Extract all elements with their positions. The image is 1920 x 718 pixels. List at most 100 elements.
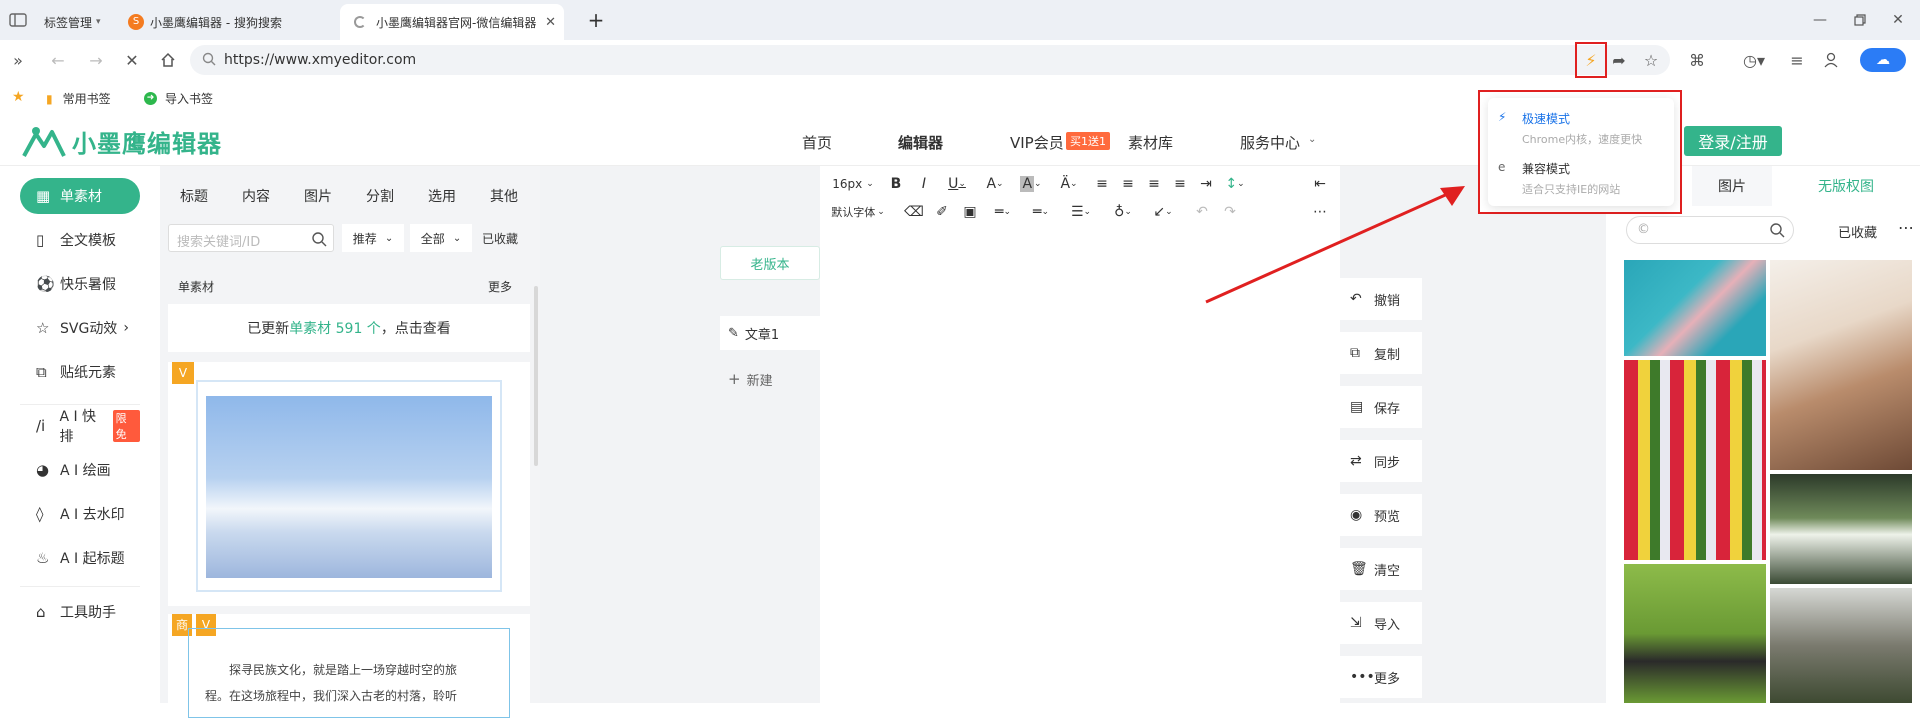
chevron-double-right-icon[interactable]: » xyxy=(8,50,28,70)
new-tab-icon[interactable]: + xyxy=(584,8,608,32)
minimize-icon[interactable]: — xyxy=(1810,10,1830,30)
new-article-button[interactable]: + 新建 xyxy=(720,362,820,396)
tab-sogou-search[interactable]: S 小墨鹰编辑器 - 搜狗搜索 xyxy=(126,4,336,40)
stop-icon[interactable]: ✕ xyxy=(122,50,142,70)
italic-icon[interactable]: I xyxy=(914,174,934,194)
align-center-icon[interactable]: ≡ xyxy=(1118,174,1138,194)
leftnav-single-material[interactable]: ▦ 单素材 xyxy=(20,178,140,214)
align-justify-icon[interactable]: ≡ xyxy=(1170,174,1190,194)
old-version-button[interactable]: 老版本 xyxy=(720,246,820,280)
leftnav-full-template[interactable]: ▯ 全文模板 xyxy=(20,222,140,258)
scrollbar[interactable] xyxy=(534,286,538,466)
import-button[interactable]: ⇲ 导入 xyxy=(1338,602,1422,644)
menu-item-compat-mode[interactable]: e 兼容模式 适合只支持IE的网站 xyxy=(1498,160,1620,197)
nav-home[interactable]: 首页 xyxy=(802,132,832,153)
nav-vip[interactable]: VIP会员 xyxy=(1010,132,1064,153)
leftnav-ai-painting[interactable]: ◕ A I 绘画 xyxy=(20,452,140,488)
bold-icon[interactable]: B xyxy=(886,174,906,194)
login-register-button[interactable]: 登录/注册 xyxy=(1684,126,1782,156)
photo-tulips[interactable] xyxy=(1624,360,1766,560)
leftnav-summer[interactable]: ⚽ 快乐暑假 xyxy=(20,266,140,302)
tab-images[interactable]: 图片 xyxy=(304,186,332,206)
tab-selected[interactable]: 选用 xyxy=(428,186,456,206)
align-left-icon[interactable]: ≡ xyxy=(1092,174,1112,194)
more-button[interactable]: ••• 更多 xyxy=(1338,656,1422,698)
share-icon[interactable]: ➦ xyxy=(1608,50,1630,70)
filter-recommend-dropdown[interactable]: 推荐 ⌄ xyxy=(342,224,404,252)
material-card-text[interactable]: 商 V 探寻民族文化，就是踏上一场穿越时空的旅 程。在这场旅程中，我们深入古老的… xyxy=(168,614,530,718)
back-icon[interactable]: ← xyxy=(48,50,68,70)
menu-icon[interactable]: ≡ xyxy=(1786,50,1808,70)
leftnav-stickers[interactable]: ⧉ 贴纸元素 xyxy=(20,354,140,390)
nav-editor[interactable]: 编辑器 xyxy=(898,132,943,153)
filter-all-dropdown[interactable]: 全部 ⌄ xyxy=(410,224,472,252)
font-color-icon[interactable]: A ⌄ xyxy=(980,174,1010,194)
photo-man-grass[interactable] xyxy=(1624,564,1766,703)
tab-images[interactable]: 图片 xyxy=(1692,166,1772,206)
sidebar-toggle-icon[interactable] xyxy=(8,10,28,30)
preview-button[interactable]: ◉ 预览 xyxy=(1338,494,1422,536)
arrow-icon[interactable]: ↙ ⌄ xyxy=(1148,202,1178,222)
tab-title[interactable]: 标题 xyxy=(180,186,208,206)
extensions-icon[interactable]: ⌘ xyxy=(1686,50,1708,70)
tab-bookmark-manager[interactable]: 标签管理 ▾ xyxy=(44,4,104,40)
article-item[interactable]: ✎ 文章1 xyxy=(720,316,820,350)
font-size-select[interactable]: 16px ⌄ xyxy=(828,174,878,194)
photo-snowdrops[interactable] xyxy=(1770,474,1912,584)
collected-link[interactable]: 已收藏 xyxy=(1838,222,1877,241)
photo-blossom[interactable] xyxy=(1624,260,1766,356)
leftnav-ai-layout[interactable]: /i A I 快排 限免 xyxy=(20,408,140,445)
material-card-image[interactable]: V xyxy=(168,362,530,606)
leftnav-tools[interactable]: ⌂ 工具助手 xyxy=(20,594,140,630)
photo-moss[interactable] xyxy=(1770,588,1912,703)
highlight-color-icon[interactable]: A ⌄ xyxy=(1016,174,1046,194)
leftnav-ai-watermark[interactable]: ◊ A I 去水印 xyxy=(20,496,140,532)
history-icon[interactable]: ◷▾ xyxy=(1740,50,1768,70)
tab-divider[interactable]: 分割 xyxy=(366,186,394,206)
material-search-input[interactable]: 搜索关键词/ID xyxy=(168,224,334,252)
user-icon[interactable] xyxy=(1820,50,1842,70)
speed-mode-button[interactable]: ⚡ xyxy=(1575,42,1607,78)
star-icon[interactable]: ☆ xyxy=(1640,50,1662,70)
menu-item-speed-mode[interactable]: ⚡ 极速模式 Chrome内核，速度更快 xyxy=(1498,110,1642,147)
save-button[interactable]: ▤ 保存 xyxy=(1338,386,1422,428)
leftnav-svg-animation[interactable]: ☆ SVG动效 › xyxy=(20,310,140,346)
close-icon[interactable]: ✕ xyxy=(545,15,556,30)
font-family-select[interactable]: 默认字体 ⌄ xyxy=(826,202,890,222)
format-painter-icon[interactable]: ✐ xyxy=(932,202,952,222)
leftnav-ai-title[interactable]: ♨ A I 起标题 xyxy=(20,540,140,576)
bookmark-import[interactable]: ➜ 导入书签 xyxy=(144,90,213,107)
nav-service[interactable]: 服务中心 xyxy=(1240,132,1300,153)
more-icon[interactable]: ⋯ xyxy=(1898,218,1914,237)
cloud-sync-button[interactable]: ☁ xyxy=(1860,48,1906,72)
image-icon[interactable]: ▣ xyxy=(960,202,980,222)
collected-link[interactable]: 已收藏 xyxy=(482,230,518,247)
nav-materials[interactable]: 素材库 xyxy=(1128,132,1173,153)
more-link[interactable]: 更多 xyxy=(488,278,512,295)
photo-dry-flowers[interactable] xyxy=(1770,260,1912,470)
bulb-icon[interactable]: ♁ ⌄ xyxy=(1108,202,1138,222)
tab-content[interactable]: 内容 xyxy=(242,186,270,206)
underline-icon[interactable]: U ⌄ xyxy=(942,174,972,194)
text-effect-icon[interactable]: Ä ⌄ xyxy=(1054,174,1084,194)
address-bar[interactable]: https://www.xmyeditor.com xyxy=(190,45,1670,75)
copy-button[interactable]: ⧉ 复制 xyxy=(1338,332,1422,374)
site-logo[interactable]: 小墨鹰编辑器 xyxy=(22,124,222,159)
eraser-icon[interactable]: ⌫ xyxy=(904,202,924,222)
tab-xmyeditor[interactable]: 小墨鹰编辑器官网-微信编辑器 ✕ xyxy=(340,4,564,40)
spacing-icon[interactable]: ☰ ⌄ xyxy=(1066,202,1096,222)
tab-copyright-free[interactable]: 无版权图 xyxy=(1772,166,1920,206)
strike-line-icon[interactable]: ═ ⌄ xyxy=(1026,202,1056,222)
close-window-icon[interactable]: ✕ xyxy=(1888,10,1908,30)
clear-button[interactable]: 🗑 清空 xyxy=(1338,548,1422,590)
image-search-input[interactable]: © xyxy=(1626,216,1794,244)
divider-line-icon[interactable]: ═ ⌄ xyxy=(988,202,1018,222)
bookmark-common[interactable]: ▮ 常用书签 xyxy=(46,90,111,107)
update-notice[interactable]: 已更新 单素材 591 个 ，点击查看 xyxy=(168,304,530,352)
restore-icon[interactable] xyxy=(1850,10,1870,30)
tab-other[interactable]: 其他 xyxy=(490,186,518,206)
home-icon[interactable] xyxy=(158,50,178,70)
align-right-icon[interactable]: ≡ xyxy=(1144,174,1164,194)
sync-button[interactable]: ⇄ 同步 xyxy=(1338,440,1422,482)
forward-icon[interactable]: → xyxy=(86,50,106,70)
